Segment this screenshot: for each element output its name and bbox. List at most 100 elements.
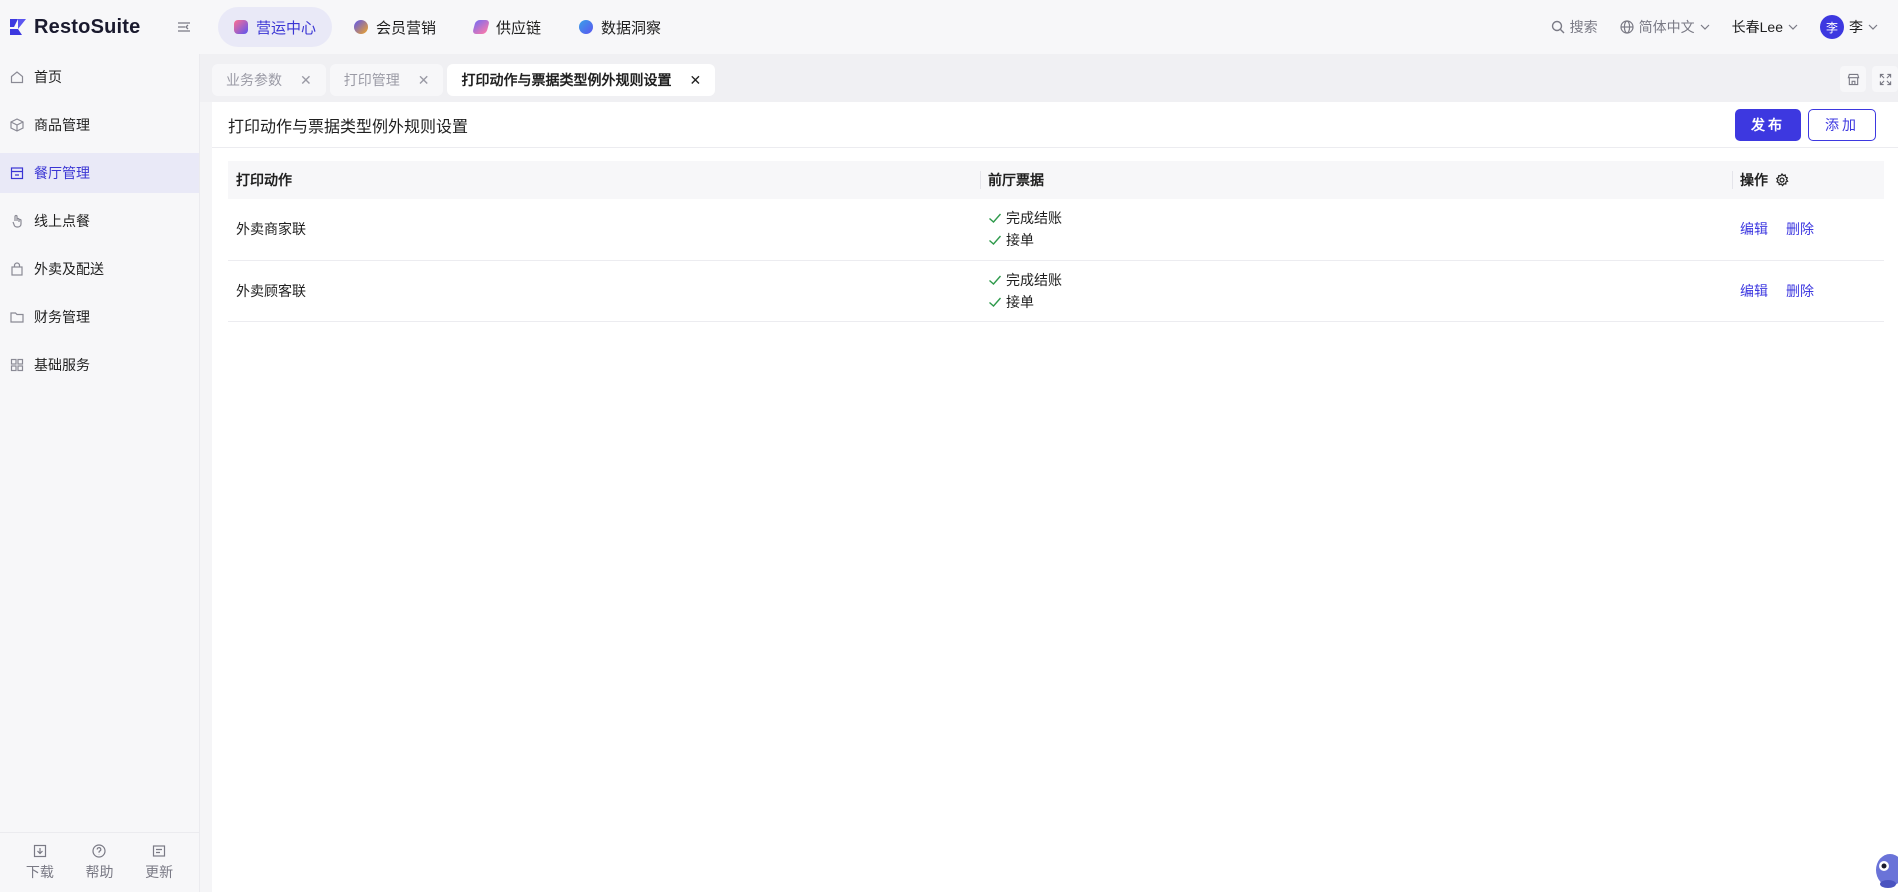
sidebar-item-home[interactable]: 首页 <box>0 57 199 97</box>
supply-icon <box>472 20 490 34</box>
receipt-label: 接单 <box>1006 232 1034 249</box>
sidebar-item-label: 商品管理 <box>34 117 90 133</box>
download-label: 下载 <box>25 863 54 880</box>
gear-icon[interactable] <box>1775 172 1789 187</box>
cell-front-receipt: 完成结账 接单 <box>980 260 1732 321</box>
receipt-item: 接单 <box>988 229 1732 251</box>
check-icon <box>989 235 1002 246</box>
grid-icon <box>10 358 24 372</box>
top-bar: RestoSuite 营运中心 会员营销 供应链 数据洞察 搜索 简体中文 长春… <box>0 0 1898 54</box>
nav-member-marketing[interactable]: 会员营销 <box>338 7 452 47</box>
nav-label: 会员营销 <box>376 19 437 37</box>
member-icon <box>354 20 369 34</box>
main-nav: 营运中心 会员营销 供应链 数据洞察 <box>218 7 677 47</box>
column-header-label: 操作 <box>1740 172 1768 188</box>
cell-operations: 编辑 删除 <box>1732 199 1884 260</box>
help-button[interactable]: 帮助 <box>85 843 114 882</box>
sidebar-item-finance[interactable]: 财务管理 <box>0 297 199 337</box>
close-icon[interactable]: ✕ <box>689 72 701 89</box>
check-icon <box>989 275 1002 285</box>
fullscreen-icon <box>1879 73 1891 85</box>
tabs-tools <box>1840 66 1898 92</box>
user-name: 李 <box>1849 19 1863 35</box>
bag-icon <box>10 262 24 276</box>
content-header: 打印动作与票据类型例外规则设置 发布 添加 <box>212 102 1898 148</box>
main-content: 打印动作与票据类型例外规则设置 发布 添加 打印动作 前厅票据 操作 外卖商家联… <box>212 102 1898 892</box>
rules-table: 打印动作 前厅票据 操作 外卖商家联 完成结账 接单 编辑 删除 外卖顾客联 完… <box>228 161 1884 322</box>
table-row: 外卖顾客联 完成结账 接单 编辑 删除 <box>228 260 1884 321</box>
edit-link[interactable]: 编辑 <box>1740 281 1768 301</box>
tab-print-management[interactable]: 打印管理 ✕ <box>329 64 444 96</box>
sidebar-item-label: 线上点餐 <box>34 213 90 229</box>
chevron-down-icon <box>1788 24 1798 30</box>
nav-data-insights[interactable]: 数据洞察 <box>563 7 677 47</box>
tab-label: 业务参数 <box>226 72 282 88</box>
cell-operations: 编辑 删除 <box>1732 260 1884 321</box>
store-icon <box>10 166 24 180</box>
sidebar-item-products[interactable]: 商品管理 <box>0 105 199 145</box>
receipt-item: 完成结账 <box>988 207 1732 229</box>
store-label: 长春Lee <box>1731 19 1783 35</box>
download-button[interactable]: 下载 <box>26 844 54 882</box>
cell-print-action: 外卖顾客联 <box>236 282 306 299</box>
tab-label: 打印管理 <box>343 72 400 88</box>
sidebar-item-label: 首页 <box>34 69 62 85</box>
home-icon <box>10 70 24 84</box>
store-switch-button[interactable] <box>1840 66 1866 92</box>
fullscreen-button[interactable] <box>1872 66 1898 92</box>
nav-supply-chain[interactable]: 供应链 <box>458 7 557 47</box>
download-icon <box>33 844 46 857</box>
sidebar-item-delivery[interactable]: 外卖及配送 <box>0 249 199 289</box>
edit-link[interactable]: 编辑 <box>1740 219 1768 239</box>
sidebar-item-online-order[interactable]: 线上点餐 <box>0 201 199 241</box>
menu-collapse-icon[interactable] <box>174 17 194 37</box>
sidebar-item-basic-services[interactable]: 基础服务 <box>0 345 199 385</box>
sidebar-item-restaurant[interactable]: 餐厅管理 <box>0 153 199 193</box>
app-logo[interactable]: RestoSuite <box>8 16 160 39</box>
close-icon[interactable]: ✕ <box>418 72 430 89</box>
sidebar-item-label: 餐厅管理 <box>34 165 90 181</box>
folder-icon <box>10 310 24 324</box>
receipt-label: 完成结账 <box>1006 210 1062 227</box>
tab-print-exception-rules[interactable]: 打印动作与票据类型例外规则设置 ✕ <box>447 64 716 96</box>
search-icon <box>1551 20 1565 34</box>
nav-operations-center[interactable]: 营运中心 <box>218 7 333 47</box>
language-select[interactable]: 简体中文 <box>1620 17 1710 37</box>
user-menu[interactable]: 李 李 <box>1820 15 1878 39</box>
publish-button[interactable]: 发布 <box>1735 109 1801 141</box>
nav-label: 供应链 <box>496 19 542 37</box>
update-icon <box>153 844 166 857</box>
topbar-right: 搜索 简体中文 长春Lee 李 李 <box>1551 15 1878 39</box>
chevron-down-icon <box>1868 24 1878 30</box>
avatar: 李 <box>1820 15 1844 39</box>
help-icon <box>92 843 107 858</box>
chevron-down-icon <box>1700 24 1710 30</box>
check-icon <box>989 297 1002 307</box>
page-title: 打印动作与票据类型例外规则设置 <box>228 118 469 136</box>
delete-link[interactable]: 删除 <box>1786 281 1814 301</box>
nav-label: 营运中心 <box>256 19 317 37</box>
receipt-item: 接单 <box>988 291 1732 313</box>
tab-business-params[interactable]: 业务参数 ✕ <box>212 64 326 96</box>
column-header-front-receipt: 前厅票据 <box>980 161 1732 199</box>
cell-front-receipt: 完成结账 接单 <box>980 199 1732 260</box>
help-label: 帮助 <box>85 863 114 880</box>
close-icon[interactable]: ✕ <box>300 72 312 89</box>
assistant-mascot-icon[interactable] <box>1870 846 1898 892</box>
sidebar-item-label: 外卖及配送 <box>34 261 104 277</box>
store-select[interactable]: 长春Lee <box>1732 17 1798 37</box>
search-button[interactable]: 搜索 <box>1551 17 1598 37</box>
tap-icon <box>10 214 24 228</box>
receipt-item: 完成结账 <box>988 269 1732 291</box>
tab-label: 打印动作与票据类型例外规则设置 <box>461 72 672 88</box>
receipt-label: 完成结账 <box>1006 271 1062 288</box>
update-button[interactable]: 更新 <box>145 844 173 882</box>
receipt-label: 接单 <box>1006 293 1034 310</box>
search-label: 搜索 <box>1569 19 1598 35</box>
insights-icon <box>579 20 594 34</box>
language-label: 简体中文 <box>1638 19 1695 35</box>
table-row: 外卖商家联 完成结账 接单 编辑 删除 <box>228 199 1884 260</box>
sidebar: 首页 商品管理 餐厅管理 线上点餐 外卖及配送 财务管理 基础服务 下载 帮助 … <box>0 54 200 892</box>
add-button[interactable]: 添加 <box>1808 109 1876 141</box>
delete-link[interactable]: 删除 <box>1786 219 1814 239</box>
